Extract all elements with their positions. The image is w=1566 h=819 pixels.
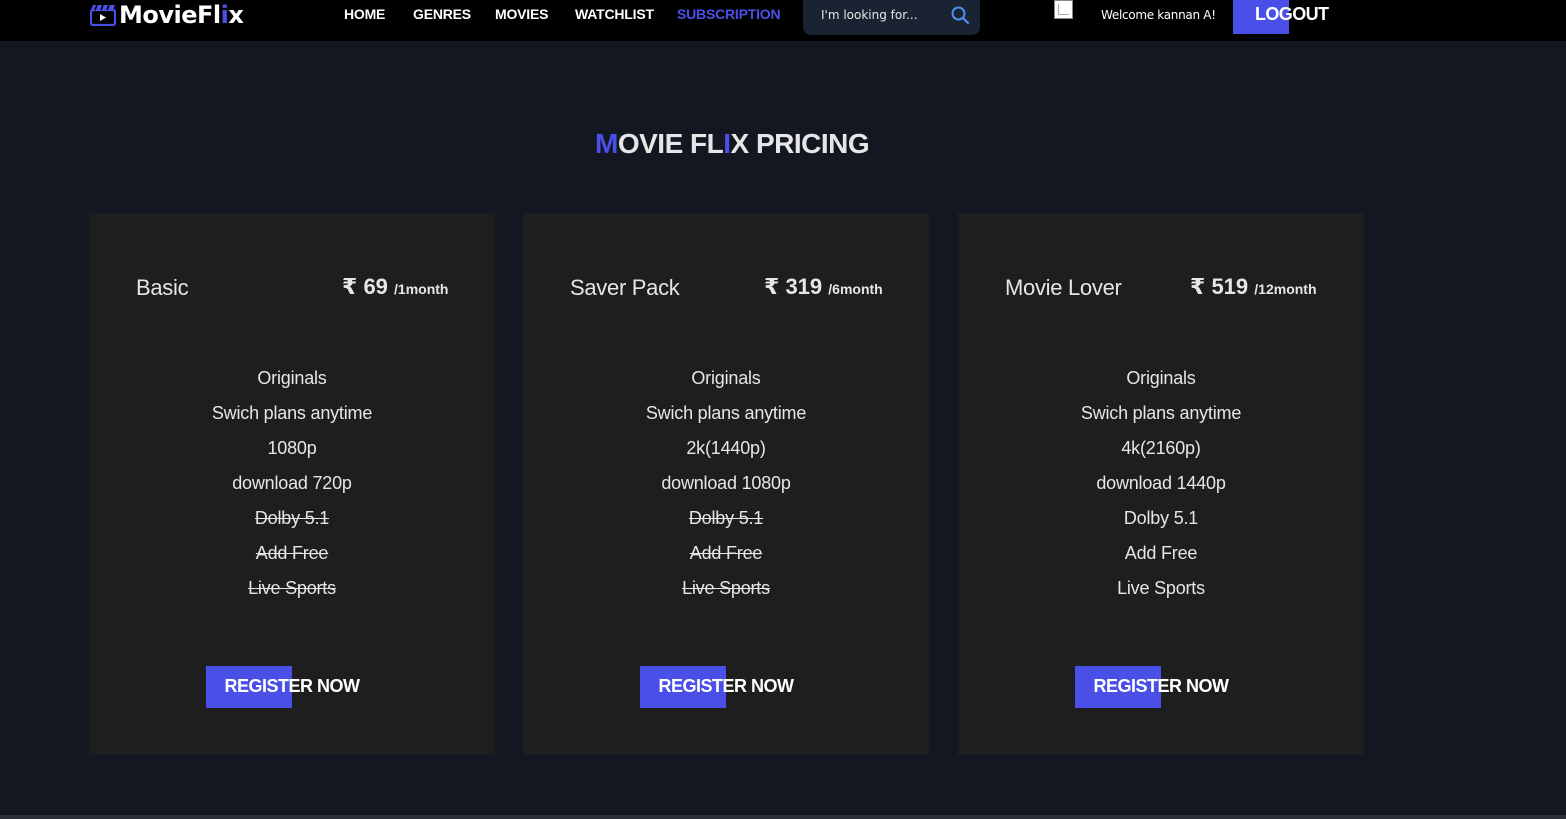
- nav-genres[interactable]: GENRES: [413, 6, 471, 22]
- avatar[interactable]: [1054, 0, 1073, 19]
- feature-item: 4k(2160p): [1121, 438, 1201, 458]
- register-button[interactable]: [640, 666, 726, 708]
- feature-list: Originals Swich plans anytime 1080p down…: [89, 368, 495, 613]
- feature-item-excluded: Dolby 5.1: [254, 508, 330, 528]
- page-bottom-divider: [0, 815, 1566, 819]
- feature-item: 2k(1440p): [686, 438, 766, 458]
- search-input[interactable]: [821, 6, 951, 24]
- nav-subscription[interactable]: SUBSCRIPTION: [677, 6, 781, 22]
- feature-item-excluded: Add Free: [255, 543, 329, 563]
- plan-card-movie-lover: Movie Lover ₹ 519 /12month Originals Swi…: [958, 213, 1364, 755]
- register-button[interactable]: [206, 666, 292, 708]
- feature-list: Originals Swich plans anytime 2k(1440p) …: [523, 368, 929, 613]
- feature-item: Swich plans anytime: [211, 403, 373, 423]
- logo-text: MovieFlix: [119, 1, 244, 29]
- feature-item-excluded: Dolby 5.1: [688, 508, 764, 528]
- feature-item: Originals: [691, 368, 761, 388]
- nav-movies[interactable]: MOVIES: [495, 6, 548, 22]
- plan-card-saver-pack: Saver Pack ₹ 319 /6month Originals Swich…: [523, 213, 929, 755]
- top-navbar: MovieFlix HOME GENRES MOVIES WATCHLIST S…: [0, 0, 1566, 41]
- feature-item: 1080p: [267, 438, 317, 458]
- nav-watchlist[interactable]: WATCHLIST: [575, 6, 654, 22]
- feature-item: Swich plans anytime: [645, 403, 807, 423]
- feature-item: Dolby 5.1: [1123, 508, 1199, 528]
- feature-item-excluded: Add Free: [689, 543, 763, 563]
- feature-item: Originals: [257, 368, 327, 388]
- feature-item-excluded: Live Sports: [682, 578, 770, 598]
- register-label: REGISTER NOW: [658, 676, 794, 696]
- register-button[interactable]: [1075, 666, 1161, 708]
- clapperboard-icon: [90, 4, 116, 26]
- feature-item-excluded: Live Sports: [248, 578, 336, 598]
- logout-button[interactable]: [1233, 0, 1289, 34]
- feature-item: download 1440p: [1096, 473, 1226, 493]
- plan-card-basic: Basic ₹ 69 /1month Originals Swich plans…: [89, 213, 495, 755]
- welcome-text: Welcome kannan A!: [1101, 8, 1216, 22]
- feature-item: download 1080p: [661, 473, 791, 493]
- pricing-title: MOVIE FLIX PRICING: [595, 128, 870, 159]
- logo[interactable]: MovieFlix: [90, 0, 244, 30]
- register-label: REGISTER NOW: [1093, 676, 1229, 696]
- plan-price: ₹ 519 /12month: [1190, 274, 1317, 299]
- feature-item: Add Free: [1124, 543, 1198, 563]
- feature-item: download 720p: [232, 473, 352, 493]
- register-label: REGISTER NOW: [224, 676, 360, 696]
- plan-name: Saver Pack: [570, 275, 680, 300]
- feature-item: Swich plans anytime: [1080, 403, 1242, 423]
- plan-price: ₹ 69 /1month: [342, 274, 449, 299]
- search-icon[interactable]: [950, 5, 970, 30]
- feature-item: Live Sports: [1117, 578, 1205, 598]
- feature-item: Originals: [1126, 368, 1196, 388]
- feature-list: Originals Swich plans anytime 4k(2160p) …: [958, 368, 1364, 613]
- nav-home[interactable]: HOME: [344, 6, 385, 22]
- plan-name: Movie Lover: [1005, 275, 1122, 300]
- plan-price: ₹ 319 /6month: [764, 274, 883, 299]
- plan-name: Basic: [136, 275, 189, 300]
